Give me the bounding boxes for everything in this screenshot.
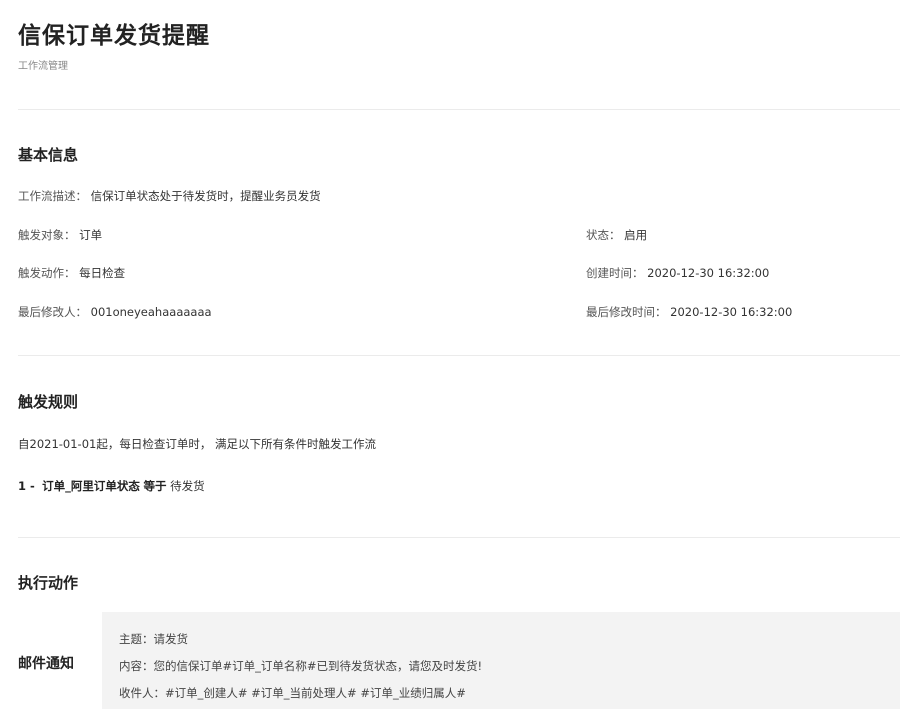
page-title: 信保订单发货提醒 <box>18 23 210 49</box>
email-notification-card: 主题：请发货 内容：您的信保订单#订单_订单名称#已到待发货状态，请您及时发货!… <box>102 612 900 709</box>
email-content: 内容：您的信保订单#订单_订单名称#已到待发货状态，请您及时发货! <box>119 659 483 673</box>
trigger-action-label: 触发动作： <box>18 266 76 280</box>
rule-operator: 等于 <box>143 479 167 493</box>
trigger-object-field: 触发对象： 订单 <box>18 227 102 243</box>
last-modified-time-value: 2020-12-30 16:32:00 <box>670 305 793 319</box>
rule-field: 订单_阿里订单状态 <box>42 479 140 493</box>
breadcrumb[interactable]: 工作流管理 <box>18 57 68 72</box>
last-modified-time-label: 最后修改时间： <box>586 305 667 319</box>
rule-summary: 自2021-01-01起，每日检查订单时， 满足以下所有条件时触发工作流 <box>18 437 376 451</box>
status-label: 状态： <box>586 228 621 242</box>
workflow-detail-page: 信保订单发货提醒 工作流管理 基本信息 工作流描述： 信保订单状态处于待发货时，… <box>0 0 900 713</box>
email-recipients: 收件人：#订单_创建人# #订单_当前处理人# #订单_业绩归属人# <box>119 686 466 700</box>
basic-info-heading: 基本信息 <box>18 146 79 164</box>
status-field: 状态： 启用 <box>586 227 647 243</box>
trigger-object-label: 触发对象： <box>18 228 76 242</box>
rule-index: 1 - <box>18 479 35 493</box>
rule-value: 待发货 <box>170 479 205 493</box>
last-modified-time-field: 最后修改时间： 2020-12-30 16:32:00 <box>586 304 792 320</box>
last-modifier-value: 001oneyeahaaaaaaa <box>90 305 212 319</box>
last-modifier-label: 最后修改人： <box>18 305 87 319</box>
trigger-action-field: 触发动作： 每日检查 <box>18 265 125 281</box>
rule-item: 1 - 订单_阿里订单状态 等于 待发货 <box>18 478 205 494</box>
status-value: 启用 <box>624 228 648 242</box>
last-modifier-field: 最后修改人： 001oneyeahaaaaaaa <box>18 304 212 320</box>
created-time-value: 2020-12-30 16:32:00 <box>647 266 770 280</box>
divider <box>18 109 900 110</box>
description-field: 工作流描述： 信保订单状态处于待发货时，提醒业务员发货 <box>18 188 321 204</box>
email-notification-label: 邮件通知 <box>18 656 74 672</box>
trigger-rules-heading: 触发规则 <box>18 393 79 411</box>
created-time-label: 创建时间： <box>586 266 644 280</box>
trigger-action-value: 每日检查 <box>79 266 126 280</box>
trigger-object-value: 订单 <box>79 228 103 242</box>
created-time-field: 创建时间： 2020-12-30 16:32:00 <box>586 265 769 281</box>
email-subject: 主题：请发货 <box>119 632 188 646</box>
divider <box>18 355 900 356</box>
actions-heading: 执行动作 <box>18 574 79 592</box>
divider <box>18 537 900 538</box>
description-value: 信保订单状态处于待发货时，提醒业务员发货 <box>90 189 321 203</box>
description-label: 工作流描述： <box>18 189 87 203</box>
